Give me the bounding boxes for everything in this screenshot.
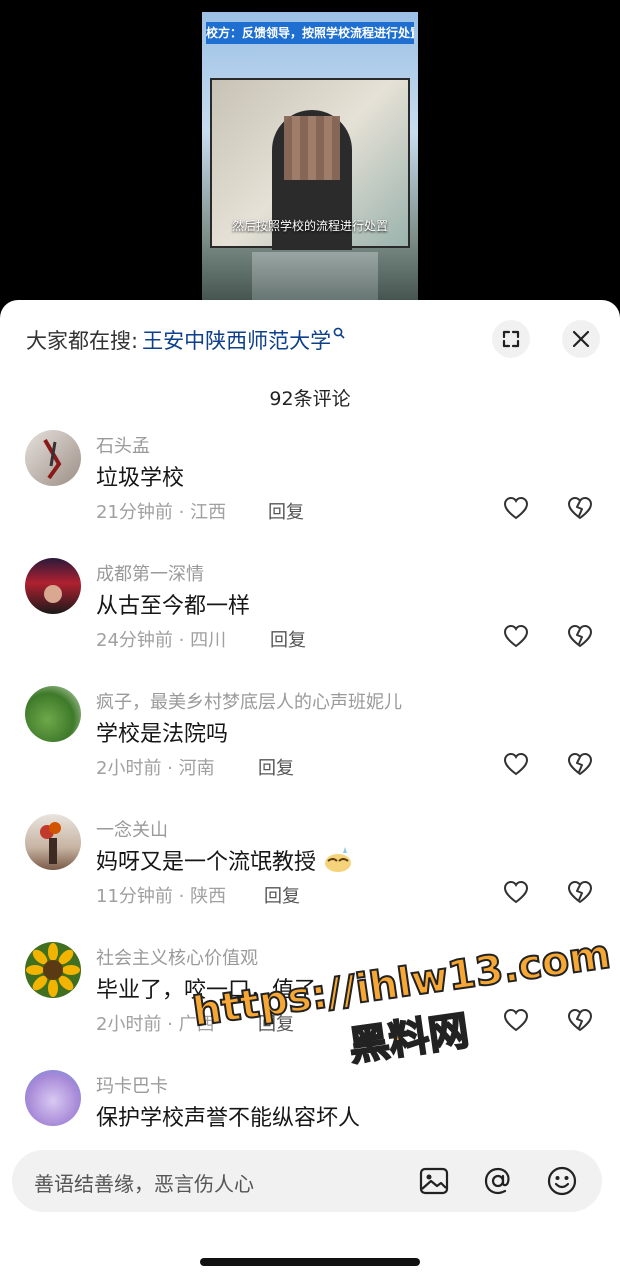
comment-input-placeholder: 善语结善缘，恶言伤人心 [34,1172,254,1196]
comment-meta: 21分钟前 · 江西 [96,502,227,523]
comment-item: 石头孟 垃圾学校 21分钟前 · 江西 回复 [0,430,620,550]
avatar[interactable] [25,558,81,614]
like-icon[interactable] [502,494,530,522]
video-preview[interactable]: 校方：反馈领导，按照学校流程进行处置 然后按照学校的流程进行处置 [202,12,418,312]
reply-button[interactable]: 回复 [258,754,294,780]
comment-text: 毕业了，咬一口，值了 [96,978,317,1003]
like-icon[interactable] [502,878,530,906]
comment-meta: 2小时前 · 广西 [96,1014,215,1035]
reply-button[interactable]: 回复 [258,1010,294,1036]
video-banner: 校方：反馈领导，按照学校流程进行处置 [206,22,414,44]
reply-button[interactable]: 回复 [268,498,304,524]
comment-input[interactable]: 善语结善缘，恶言伤人心 [12,1150,602,1212]
dislike-icon[interactable] [566,878,594,906]
comment-item: 一念关山 妈呀又是一个流氓教授 11分钟前 · 陕西 回复 [0,814,620,934]
comment-author[interactable]: 社会主义核心价值观 [96,944,258,970]
comment-text: 垃圾学校 [96,466,185,491]
comment-text: 学校是法院吗 [96,722,229,747]
like-icon[interactable] [502,622,530,650]
avatar[interactable] [25,1070,81,1126]
comment-author[interactable]: 成都第一深情 [96,560,204,586]
video-subtitle: 然后按照学校的流程进行处置 [231,219,388,233]
search-icon [333,325,345,343]
comment-sheet: 大家都在搜: 王安中陕西师范大学 92条评论 石头孟 垃圾学校 21分钟前 · … [0,300,620,1280]
comment-meta: 11分钟前 · 陕西 [96,886,227,907]
comment-count: 92条评论 [269,388,351,410]
comment-author[interactable]: 石头孟 [96,432,150,458]
avatar[interactable] [25,430,81,486]
reply-button[interactable]: 回复 [264,882,300,908]
trending-search-prefix: 大家都在搜: [26,329,139,353]
like-icon[interactable] [502,750,530,778]
dislike-icon[interactable] [566,494,594,522]
video-frame: 然后按照学校的流程进行处置 [210,78,410,250]
like-icon[interactable] [502,1006,530,1034]
comment-meta: 24分钟前 · 四川 [96,630,227,651]
comment-item: 疯子，最美乡村梦底层人的心声班妮儿 学校是法院吗 2小时前 · 河南 回复 [0,686,620,806]
dislike-icon[interactable] [566,622,594,650]
image-icon[interactable] [418,1165,450,1197]
expand-icon [502,330,520,348]
avatar[interactable] [25,686,81,742]
sweat-emoji-icon [325,847,352,872]
comment-author[interactable]: 一念关山 [96,816,168,842]
close-button[interactable] [562,320,600,358]
trending-search-term[interactable]: 王安中陕西师范大学 [142,325,331,355]
trending-search[interactable]: 大家都在搜: 王安中陕西师范大学 [26,324,345,356]
comment-item: 社会主义核心价值观 毕业了，咬一口，值了 2小时前 · 广西 回复 [0,942,620,1062]
emoji-icon[interactable] [546,1165,578,1197]
comment-item: 玛卡巴卡 保护学校声誉不能纵容坏人 [0,1070,620,1136]
at-icon[interactable] [482,1165,514,1197]
dislike-icon[interactable] [566,750,594,778]
comment-text: 从古至今都一样 [96,594,251,619]
dislike-icon[interactable] [566,1006,594,1034]
reply-button[interactable]: 回复 [270,626,306,652]
blurred-face [284,116,340,180]
comment-text: 保护学校声誉不能纵容坏人 [96,1106,361,1131]
close-icon [572,330,590,348]
comment-author[interactable]: 疯子，最美乡村梦底层人的心声班妮儿 [96,688,402,714]
comment-text: 妈呀又是一个流氓教授 [96,844,353,876]
expand-button[interactable] [492,320,530,358]
comment-meta: 2小时前 · 河南 [96,758,215,779]
avatar[interactable] [25,814,81,870]
comment-author[interactable]: 玛卡巴卡 [96,1072,168,1098]
comment-text-content: 妈呀又是一个流氓教授 [96,850,317,875]
avatar[interactable] [25,942,81,998]
comment-item: 成都第一深情 从古至今都一样 24分钟前 · 四川 回复 [0,558,620,678]
home-indicator[interactable] [200,1258,420,1266]
